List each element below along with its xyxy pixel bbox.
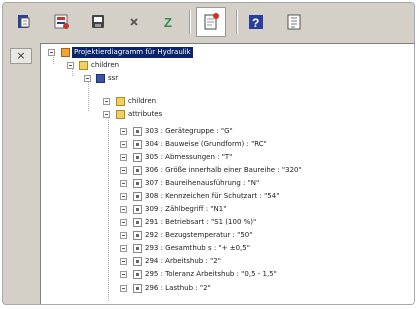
attribute-label: 307 : Baureihenausführung : "N" [145,179,260,187]
attribute-label: 294 : Arbeitshub : "2" [145,257,221,265]
svg-text:Z: Z [164,15,172,30]
help-button[interactable]: ? [243,9,269,35]
expand-toggle[interactable] [120,167,127,174]
left-panel: × [3,43,40,304]
toolbar-separator [189,10,191,34]
toolbar-separator-2 [236,10,238,34]
attribute-label: 295 : Toleranz Arbeitshub : "0,5 - 1,5" [145,270,277,278]
delete-button[interactable] [121,9,147,35]
attribute-label: 309 : Zählbegriff : "N1" [145,205,227,213]
collapse-toggle[interactable] [103,98,110,105]
svg-text:?: ? [252,16,259,30]
tree-item-label: attributes [128,110,163,118]
expand-toggle[interactable] [120,271,127,278]
attribute-label: 296 : Lasthub : "2" [145,284,211,292]
toolbar-button-2[interactable] [49,9,75,35]
tree-line [108,116,109,301]
attribute-icon [133,127,142,136]
tree-item-label: ssr [108,74,119,82]
collapse-toggle[interactable] [48,49,55,56]
z-button[interactable]: Z [156,9,182,35]
app-window: Z ? × Projektierdiagramm für Hydraulik c… [2,2,415,305]
expand-toggle[interactable] [120,128,127,135]
tree-root-label: Projektierdiagramm für Hydraulik [72,47,193,58]
attribute-icon [133,192,142,201]
folder-icon [116,97,125,106]
attribute-label: 304 : Bauweise (Grundform) : "RC" [145,140,267,148]
attribute-icon [133,153,142,162]
folder-icon [116,110,125,119]
folder-icon [79,61,88,70]
expand-toggle[interactable] [120,206,127,213]
attribute-label: 305 : Abmessungen : "T" [145,153,233,161]
attribute-label: 291 : Betriebsart : "S1 (100 %)" [145,218,257,226]
expand-toggle[interactable] [120,219,127,226]
attribute-icon [133,218,142,227]
attribute-icon [133,166,142,175]
attribute-label: 293 : Gesamthub s : "+ ±0,5" [145,244,250,252]
help-icon: ? [249,15,263,30]
attribute-icon [133,257,142,266]
attribute-icon [133,244,142,253]
expand-toggle[interactable] [120,258,127,265]
info-icon [287,14,301,30]
collapse-toggle[interactable] [103,111,110,118]
expand-toggle[interactable] [120,154,127,161]
toolbar: Z ? [3,3,414,41]
tree-item-label: children [91,61,120,69]
close-panel-button[interactable]: × [10,48,32,64]
expand-toggle[interactable] [120,193,127,200]
expand-toggle[interactable] [120,180,127,187]
attribute-label: 303 : Gerätegruppe : "G" [145,127,233,135]
info-button[interactable] [281,9,307,35]
new-document-icon [204,13,219,30]
attribute-icon [133,179,142,188]
attribute-label: 306 : Größe innerhalb einer Baureihe : "… [145,166,302,174]
toolbar-button-2-icon [54,14,69,29]
toolbar-button-1[interactable] [11,9,37,35]
hydraulic-diagram-icon [61,48,70,57]
delete-icon [130,18,138,26]
toolbar-button-1-icon [18,15,30,28]
tree-item-label: children [128,97,157,105]
collapse-toggle[interactable] [84,75,91,82]
toolbar-button-3-icon [92,15,104,28]
toolbar-button-3[interactable] [85,9,111,35]
attribute-label: 292 : Bezugstemperatur : "50" [145,231,253,239]
expand-toggle[interactable] [120,232,127,239]
class-icon [96,74,105,83]
expand-toggle[interactable] [120,245,127,252]
attribute-icon [133,284,142,293]
tree-line [88,79,89,111]
collapse-toggle[interactable] [67,62,74,69]
z-icon: Z [164,15,172,30]
attribute-label: 308 : Kennzeichen für Schutzart : "54" [145,192,280,200]
tree-panel[interactable]: Projektierdiagramm für Hydraulik childre… [40,43,414,304]
attribute-icon [133,231,142,240]
attribute-icon [133,270,142,279]
expand-toggle[interactable] [120,141,127,148]
expand-toggle[interactable] [120,285,127,292]
attribute-icon [133,205,142,214]
new-document-button[interactable] [196,7,226,37]
attribute-icon [133,140,142,149]
